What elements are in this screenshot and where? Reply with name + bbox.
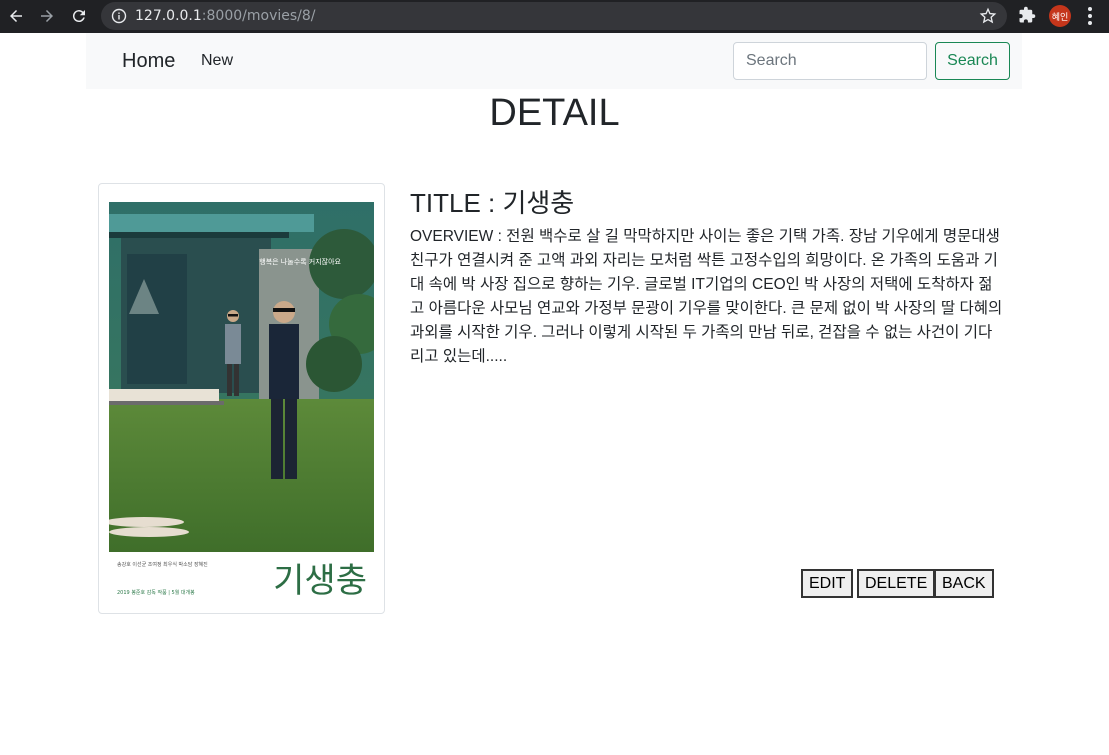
new-link[interactable]: New [201,52,233,70]
info-icon[interactable] [111,8,127,24]
home-link[interactable]: Home [122,50,175,73]
site-navbar: Home New Search [86,33,1022,89]
movie-poster-image: 행복은 나눌수록 커지잖아요 송강호 이선균 조여정 최우식 박소담 장혜진 2… [109,194,374,603]
page-title: DETAIL [489,92,620,134]
movie-overview: OVERVIEW : 전원 백수로 살 길 막막하지만 사이는 좋은 기택 가족… [410,228,1003,365]
more-menu-icon[interactable] [1088,7,1092,25]
poster-tagline: 행복은 나눌수록 커지잖아요 [259,257,341,266]
browser-toolbar: 127.0.0.1:8000/movies/8/ 혜인 [0,0,1109,33]
forward-arrow-icon[interactable] [35,4,59,28]
back-button[interactable]: BACK [934,569,994,598]
profile-avatar[interactable]: 혜인 [1049,5,1071,27]
back-arrow-icon[interactable] [4,4,28,28]
edit-button[interactable]: EDIT [801,569,854,598]
reload-icon[interactable] [67,4,91,28]
poster-cast: 송강호 이선균 조여정 최우식 박소담 장혜진 [117,561,208,568]
movie-title: TITLE : 기생충 [410,188,575,218]
poster-logo-text: 기생충 [273,561,367,601]
profile-label: 혜인 [1051,12,1069,23]
search-button[interactable]: Search [935,42,1010,80]
url-text: 127.0.0.1:8000/movies/8/ [135,8,316,24]
bookmark-star-icon[interactable] [979,7,997,25]
poster-card: 행복은 나눌수록 커지잖아요 송강호 이선균 조여정 최우식 박소담 장혜진 2… [98,183,385,614]
address-bar[interactable]: 127.0.0.1:8000/movies/8/ [101,2,1007,30]
delete-button[interactable]: DELETE [857,569,936,598]
poster-credit: 2019 봉준호 감독 작품 | 5월 대개봉 [117,589,195,596]
url-path: :8000/movies/8/ [201,8,316,24]
url-host: 127.0.0.1 [135,8,202,24]
search-input[interactable] [733,42,927,80]
extensions-puzzle-icon[interactable] [1018,6,1036,24]
